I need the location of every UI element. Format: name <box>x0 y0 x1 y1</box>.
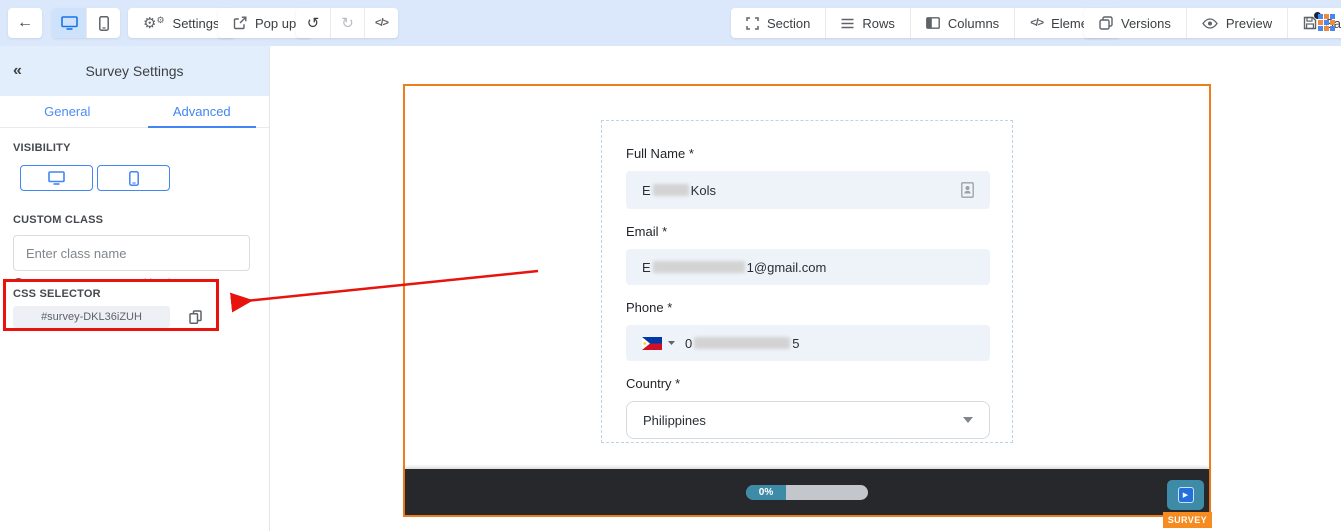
field-value: Kols <box>691 183 716 198</box>
settings-label: Settings <box>173 16 220 31</box>
custom-class-input[interactable] <box>13 235 250 271</box>
visibility-label: VISIBILITY <box>13 142 269 154</box>
chevron-down-icon <box>668 341 675 345</box>
panel-header: « Survey Settings <box>0 46 269 96</box>
device-toggle-group <box>52 8 120 38</box>
back-button-group: ← <box>8 8 42 38</box>
settings-tabs: General Advanced <box>0 96 269 128</box>
css-selector-value: #survey-DKL36iZUH <box>13 306 170 328</box>
survey-widget-badge: SURVEY <box>1163 512 1212 528</box>
rows-label: Rows <box>862 16 895 31</box>
survey-selection-frame[interactable]: Full Name * E Kols Email * E 1@gmail <box>403 84 1211 517</box>
top-toolbar: ← ⚙⚙ Settings Po <box>0 0 1341 46</box>
field-value: 1@gmail.com <box>747 260 827 275</box>
mobile-icon <box>129 171 139 186</box>
mobile-icon <box>99 16 109 31</box>
section-icon <box>746 17 759 30</box>
field-label: Phone * <box>626 300 988 315</box>
gears-icon: ⚙⚙ <box>143 16 165 31</box>
field-label: Full Name * <box>626 146 988 161</box>
desktop-icon <box>61 16 78 30</box>
copy-icon <box>189 310 202 324</box>
tab-general[interactable]: General <box>0 96 135 127</box>
section-label: Section <box>767 16 810 31</box>
back-icon: ← <box>17 15 33 31</box>
field-label: Country * <box>626 376 988 391</box>
country-code-selector[interactable] <box>642 337 675 350</box>
versions-label: Versions <box>1121 16 1171 31</box>
columns-button[interactable]: Columns <box>910 8 1014 38</box>
versions-icon <box>1099 16 1113 30</box>
elements-icon: </> <box>1030 17 1043 29</box>
redo-icon: ↻ <box>341 16 354 31</box>
columns-icon <box>926 17 940 29</box>
visibility-mobile-button[interactable] <box>97 165 170 191</box>
columns-label: Columns <box>948 16 999 31</box>
custom-code-button[interactable]: </> <box>364 8 398 38</box>
phone-input[interactable]: 0 5 <box>626 325 990 361</box>
back-button[interactable]: ← <box>8 8 42 38</box>
device-mobile-button[interactable] <box>86 8 120 38</box>
desktop-icon <box>48 171 65 185</box>
structure-group: Section Rows Columns </> Elements <box>731 8 1120 38</box>
redo-button[interactable]: ↻ <box>330 8 364 38</box>
field-value: E <box>642 260 651 275</box>
panel-title: Survey Settings <box>0 63 269 79</box>
autofill-contact-icon[interactable] <box>961 182 974 198</box>
field-value: 5 <box>792 336 799 351</box>
canvas-area: Full Name * E Kols Email * E 1@gmail <box>270 46 1341 531</box>
philippines-flag-icon <box>642 337 662 350</box>
play-icon: ▶ <box>1178 487 1194 503</box>
undo-button[interactable]: ↺ <box>296 8 330 38</box>
survey-footer-bar: 0% ▶ <box>405 469 1209 515</box>
survey-form: Full Name * E Kols Email * E 1@gmail <box>601 120 1013 443</box>
survey-settings-panel: « Survey Settings General Advanced VISIB… <box>0 46 270 531</box>
country-select[interactable]: Philippines <box>626 401 990 439</box>
redacted-text <box>694 337 790 349</box>
collapse-panel-icon[interactable]: « <box>13 62 22 80</box>
redacted-text <box>653 184 689 196</box>
field-value: E <box>642 183 651 198</box>
rows-button[interactable]: Rows <box>825 8 910 38</box>
visibility-desktop-button[interactable] <box>20 165 93 191</box>
progress-value: 0% <box>746 485 786 500</box>
custom-class-label: CUSTOM CLASS <box>13 214 269 226</box>
redacted-text <box>653 261 745 273</box>
history-group: ↺ ↻ </> <box>296 8 398 38</box>
device-desktop-button[interactable] <box>52 8 86 38</box>
rows-icon <box>841 18 854 29</box>
versions-button[interactable]: Versions <box>1084 8 1186 38</box>
progress-bar: 0% <box>746 485 868 500</box>
visibility-toggle <box>20 165 269 191</box>
actions-group: Versions Preview Save <box>1084 8 1341 38</box>
css-selector-label: CSS SELECTOR <box>13 288 208 300</box>
css-selector-highlight-box: CSS SELECTOR #survey-DKL36iZUH <box>3 279 219 331</box>
preview-button[interactable]: Preview <box>1186 8 1287 38</box>
survey-launcher-button[interactable]: ▶ <box>1167 480 1204 510</box>
copy-button[interactable] <box>189 310 202 324</box>
open-in-new-icon <box>233 16 247 30</box>
tab-advanced[interactable]: Advanced <box>135 96 270 127</box>
field-label: Email * <box>626 224 988 239</box>
popup-label: Pop up <box>255 16 296 31</box>
preview-label: Preview <box>1226 16 1272 31</box>
chevron-down-icon <box>963 417 973 423</box>
section-button[interactable]: Section <box>731 8 825 38</box>
undo-icon: ↺ <box>307 16 320 31</box>
full-name-input[interactable]: E Kols <box>626 171 990 209</box>
eye-icon <box>1202 18 1218 29</box>
code-icon: </> <box>375 17 388 29</box>
apps-grid-icon[interactable] <box>1318 14 1336 32</box>
selected-country: Philippines <box>643 413 706 428</box>
field-value: 0 <box>685 336 692 351</box>
email-input[interactable]: E 1@gmail.com <box>626 249 990 285</box>
